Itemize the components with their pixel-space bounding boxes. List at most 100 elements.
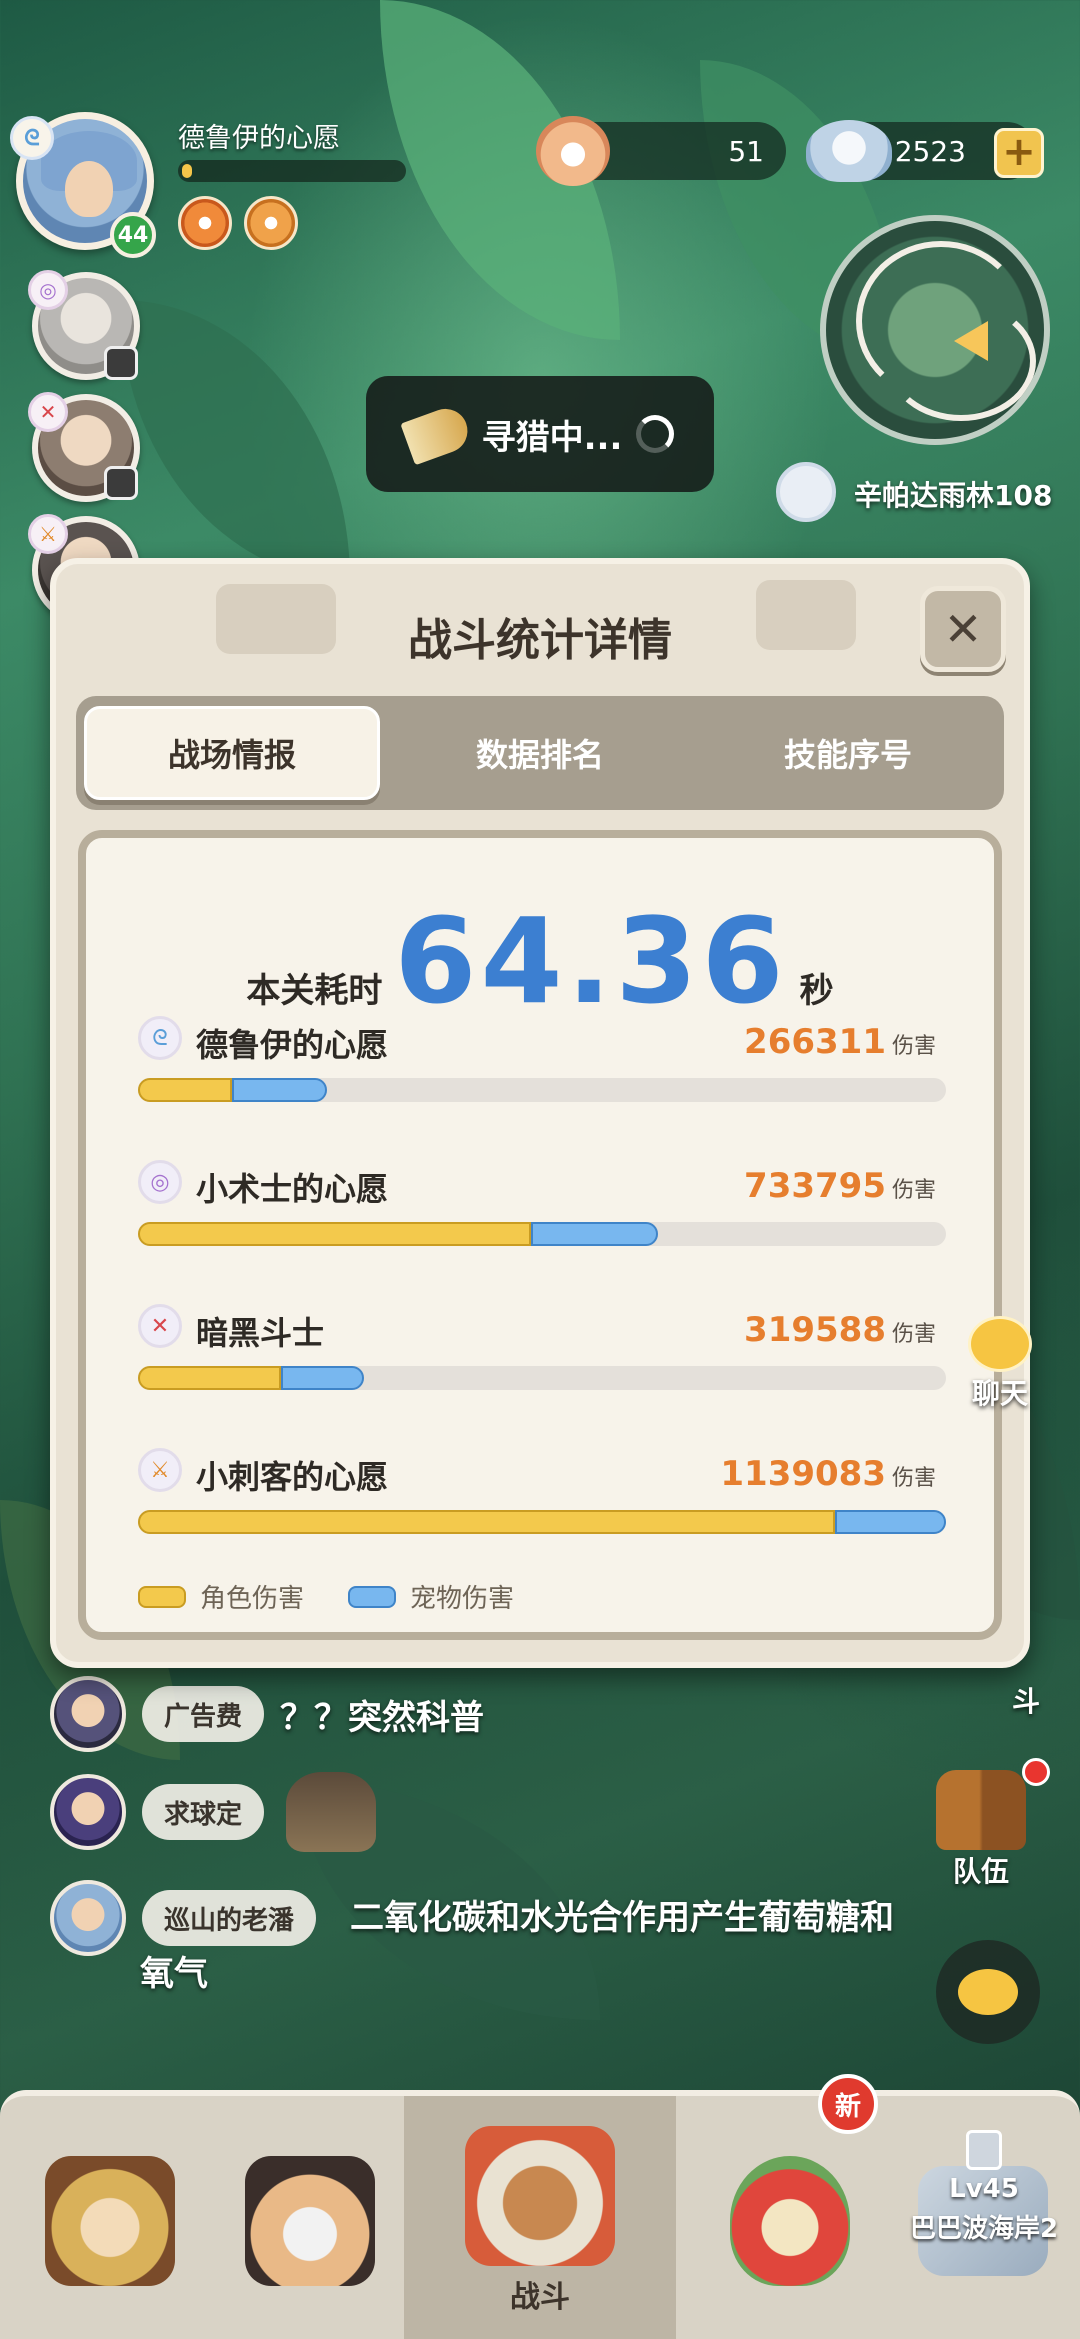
background-leaf bbox=[120, 300, 350, 580]
chat-button[interactable]: 聊天 bbox=[968, 1316, 1032, 1412]
partial-side-button[interactable]: 斗 bbox=[1012, 1680, 1040, 1720]
role-damage-bar bbox=[138, 1222, 531, 1246]
buff-fire-icon[interactable] bbox=[178, 196, 232, 250]
pet-damage-bar bbox=[531, 1222, 658, 1246]
pet-damage-bar bbox=[232, 1078, 327, 1102]
buff-axe-icon[interactable] bbox=[244, 196, 298, 250]
damage-total: 319588 伤害 bbox=[744, 1310, 936, 1350]
damage-total: 266311 伤害 bbox=[744, 1022, 936, 1062]
open-chat-button[interactable] bbox=[936, 1940, 1040, 2044]
nav-character[interactable] bbox=[20, 2096, 200, 2339]
tab-label: 战场情报 bbox=[167, 736, 296, 774]
pearl-shell-icon bbox=[536, 116, 610, 186]
damage-bar bbox=[138, 1222, 946, 1246]
hunting-status[interactable]: 寻猎中... bbox=[366, 376, 714, 492]
pet-damage-bar bbox=[835, 1510, 946, 1534]
damage-value: 319588 bbox=[744, 1310, 886, 1350]
damage-unit: 伤害 bbox=[891, 1178, 936, 1203]
loading-spinner-icon bbox=[636, 415, 675, 453]
clear-time-label: 本关耗时 bbox=[246, 971, 383, 1011]
chat-text: ？？突然科普 bbox=[280, 1697, 485, 1738]
player-position-marker bbox=[954, 321, 988, 361]
damage-row: ◎ 小术士的心愿 733795 伤害 bbox=[86, 1160, 994, 1270]
dagger-icon: ⚔ bbox=[138, 1448, 182, 1492]
spectate-icon[interactable] bbox=[104, 466, 138, 500]
nav-battle-label: 战斗 bbox=[510, 2279, 570, 2315]
dagger-element-icon: ⚔ bbox=[28, 514, 68, 554]
damage-unit: 伤害 bbox=[891, 1034, 936, 1059]
close-icon: ✕ bbox=[943, 602, 983, 656]
crossed-swords-icon: ✕ bbox=[138, 1304, 182, 1348]
dino-portrait-icon bbox=[730, 2155, 850, 2286]
chat-button-label: 聊天 bbox=[971, 1377, 1028, 1410]
player-name: 小术士的心愿 bbox=[196, 1170, 389, 1208]
damage-bar bbox=[138, 1366, 946, 1390]
battle-stats-modal: 战斗统计详情 ✕ 战场情报 数据排名 技能序号 本关耗时 64.36 秒 ᘓ 德… bbox=[50, 558, 1030, 1668]
tab-data-ranking[interactable]: 数据排名 bbox=[392, 706, 688, 800]
chat-avatar[interactable] bbox=[50, 1774, 126, 1850]
sticker-image bbox=[286, 1772, 377, 1852]
clear-time: 本关耗时 64.36 秒 bbox=[86, 892, 994, 1030]
wind-icon: ᘓ bbox=[138, 1016, 182, 1060]
chat-sender-name[interactable]: 求球定 bbox=[142, 1784, 265, 1840]
map-path bbox=[886, 301, 1036, 421]
xp-bar-fill bbox=[182, 164, 192, 178]
pet-damage-swatch bbox=[348, 1585, 397, 1608]
damage-total: 1139083 伤害 bbox=[720, 1454, 936, 1494]
avatar-face bbox=[65, 161, 113, 217]
team-button-label: 队伍 bbox=[952, 1855, 1009, 1888]
locked-area-name: 巴巴波海岸2 bbox=[909, 2214, 1059, 2244]
battle-totem-icon bbox=[465, 2125, 615, 2266]
role-damage-bar bbox=[138, 1366, 281, 1390]
damage-row: ⚔ 小刺客的心愿 1139083 伤害 bbox=[86, 1448, 994, 1558]
character-portrait-icon bbox=[45, 2155, 175, 2286]
damage-legend: 角色伤害 宠物伤害 bbox=[138, 1578, 514, 1615]
clear-time-unit: 秒 bbox=[799, 971, 834, 1011]
chat-message: 求球定 bbox=[50, 1772, 377, 1852]
tab-bar: 战场情报 数据排名 技能序号 bbox=[76, 696, 1004, 810]
close-button[interactable]: ✕ bbox=[920, 586, 1006, 672]
arcane-icon: ◎ bbox=[138, 1160, 182, 1204]
nav-battle[interactable]: 战斗 bbox=[404, 2096, 676, 2339]
spectate-icon[interactable] bbox=[104, 346, 138, 380]
notification-dot bbox=[1022, 1758, 1050, 1786]
tab-skill-order[interactable]: 技能序号 bbox=[700, 706, 996, 800]
chat-bubble-icon bbox=[968, 1316, 1032, 1372]
chat-avatar[interactable] bbox=[50, 1880, 126, 1956]
modal-title: 战斗统计详情 bbox=[408, 615, 672, 666]
legend-label: 角色伤害 bbox=[200, 1584, 305, 1614]
tab-label: 数据排名 bbox=[475, 736, 604, 774]
shell-count: 51 bbox=[728, 134, 764, 168]
horn-icon bbox=[399, 402, 474, 466]
minimap[interactable] bbox=[820, 215, 1050, 445]
tab-battle-intel[interactable]: 战场情报 bbox=[84, 706, 380, 800]
team-button[interactable]: 队伍 bbox=[936, 1770, 1026, 1890]
clear-time-value: 64.36 bbox=[394, 892, 788, 1030]
damage-bar bbox=[138, 1078, 946, 1102]
damage-value: 266311 bbox=[744, 1022, 886, 1062]
chat-message: 广告费 ？？突然科普 bbox=[50, 1676, 484, 1752]
chat-avatar[interactable] bbox=[50, 1676, 126, 1752]
wind-element-icon: ᘓ bbox=[10, 116, 54, 160]
player-name: 小刺客的心愿 bbox=[196, 1458, 389, 1496]
location-name: 辛帕达雨林108 bbox=[854, 479, 1053, 512]
legend-label: 宠物伤害 bbox=[410, 1584, 515, 1614]
damage-bar bbox=[138, 1510, 946, 1534]
team-icon bbox=[936, 1770, 1026, 1850]
crossed-swords-element-icon: ✕ bbox=[28, 392, 68, 432]
arcane-element-icon: ◎ bbox=[28, 270, 68, 310]
player-name: 德鲁伊的心愿 bbox=[196, 1026, 389, 1064]
chat-sender-name[interactable]: 广告费 bbox=[142, 1686, 265, 1742]
role-damage-bar bbox=[138, 1510, 835, 1534]
locked-level-info: Lv45 巴巴波海岸2 bbox=[896, 2130, 1072, 2245]
chat-bubble-icon bbox=[958, 1969, 1018, 2015]
damage-row: ᘓ 德鲁伊的心愿 266311 伤害 bbox=[86, 1016, 994, 1126]
damage-total: 733795 伤害 bbox=[744, 1166, 936, 1206]
locked-level: Lv45 bbox=[949, 2174, 1019, 2204]
add-currency-button[interactable]: + bbox=[994, 128, 1044, 178]
stats-panel: 本关耗时 64.36 秒 ᘓ 德鲁伊的心愿 266311 伤害 ◎ 小术士的心愿… bbox=[78, 830, 1002, 1640]
nav-pet[interactable] bbox=[220, 2096, 400, 2339]
damage-unit: 伤害 bbox=[891, 1322, 936, 1347]
player-level-badge: 44 bbox=[110, 212, 156, 258]
player-name: 德鲁伊的心愿 bbox=[178, 123, 340, 154]
